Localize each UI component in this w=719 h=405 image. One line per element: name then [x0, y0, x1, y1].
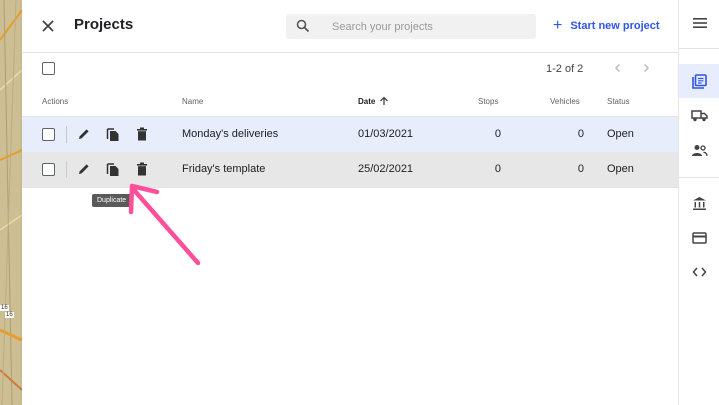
duplicate-button[interactable]: [104, 125, 122, 143]
next-page-button[interactable]: [638, 60, 654, 76]
map-roads: [0, 0, 22, 405]
panel-header: Projects + Start new project: [22, 0, 678, 53]
project-name[interactable]: Monday's deliveries: [182, 128, 278, 140]
project-name[interactable]: Friday's template: [182, 163, 265, 175]
menu-icon: [692, 18, 707, 28]
search-input[interactable]: [332, 14, 528, 39]
delete-button[interactable]: [133, 160, 151, 178]
row-divider: [66, 126, 67, 143]
project-stops: 0: [494, 163, 501, 175]
code-icon: [692, 267, 707, 277]
chevron-left-icon: [614, 63, 621, 73]
pagination-range: 1-2 of 2: [546, 63, 584, 75]
project-date: 25/02/2021: [358, 163, 414, 175]
edit-button[interactable]: [75, 125, 93, 143]
truck-icon: [691, 109, 708, 121]
search-box[interactable]: [286, 14, 536, 39]
duplicate-icon: [106, 162, 119, 176]
start-new-project-label: Start new project: [570, 20, 660, 32]
delete-button[interactable]: [133, 125, 151, 143]
nav-bank[interactable]: [679, 186, 719, 220]
rail-divider: [679, 48, 719, 49]
nav-people[interactable]: [679, 133, 719, 167]
nav-vehicles[interactable]: [679, 98, 719, 132]
nav-developer[interactable]: [679, 255, 719, 289]
edit-icon: [79, 129, 89, 139]
project-vehicles: 0: [577, 128, 584, 140]
right-navigation-rail: [678, 0, 719, 405]
projects-panel: Projects + Start new project 1-2 of 2: [22, 0, 678, 405]
previous-page-button[interactable]: [610, 60, 626, 76]
duplicate-tooltip: Duplicate: [92, 194, 132, 207]
nav-projects[interactable]: [679, 64, 719, 98]
duplicate-icon: [106, 127, 119, 141]
row-checkbox[interactable]: [42, 128, 55, 141]
delete-icon: [137, 127, 147, 141]
column-header-actions: Actions: [42, 97, 69, 106]
close-icon: [42, 20, 54, 32]
project-vehicles: 0: [577, 163, 584, 175]
table-header: Actions Name Date Stops Vehicles Status: [22, 86, 678, 117]
project-stops: 0: [494, 128, 501, 140]
table-row[interactable]: Friday's template 25/02/2021 0 0 Open: [22, 152, 678, 188]
search-icon: [296, 19, 310, 33]
column-header-vehicles[interactable]: Vehicles: [550, 97, 580, 106]
bank-icon: [693, 196, 706, 210]
row-divider: [66, 161, 67, 178]
map-road-label-a: 16: [0, 305, 9, 311]
column-header-date[interactable]: Date: [358, 97, 375, 106]
edit-button[interactable]: [75, 160, 93, 178]
rail-divider: [679, 177, 719, 178]
nav-billing[interactable]: [679, 221, 719, 255]
table-toolbar: 1-2 of 2: [22, 52, 678, 86]
people-icon: [692, 144, 708, 156]
chevron-right-icon: [643, 63, 650, 73]
projects-icon: [692, 73, 707, 89]
project-status: Open: [607, 128, 634, 140]
arrow-up-icon[interactable]: [379, 96, 389, 106]
start-new-project-button[interactable]: + Start new project: [553, 16, 660, 36]
map-background[interactable]: 16 16: [0, 0, 22, 405]
project-status: Open: [607, 163, 634, 175]
add-icon: +: [553, 17, 563, 34]
column-header-stops[interactable]: Stops: [478, 97, 498, 106]
close-button[interactable]: [36, 14, 60, 38]
duplicate-button[interactable]: [104, 160, 122, 178]
page-title: Projects: [74, 16, 134, 33]
edit-icon: [79, 164, 89, 174]
table-row[interactable]: Monday's deliveries 01/03/2021 0 0 Open: [22, 117, 678, 153]
card-icon: [692, 232, 707, 244]
column-header-name[interactable]: Name: [182, 97, 203, 106]
project-date: 01/03/2021: [358, 128, 414, 140]
map-road-label-b: 16: [5, 312, 14, 318]
column-header-status[interactable]: Status: [607, 97, 630, 106]
row-checkbox[interactable]: [42, 163, 55, 176]
delete-icon: [137, 162, 147, 176]
menu-button[interactable]: [679, 6, 719, 40]
select-all-checkbox[interactable]: [42, 62, 55, 75]
